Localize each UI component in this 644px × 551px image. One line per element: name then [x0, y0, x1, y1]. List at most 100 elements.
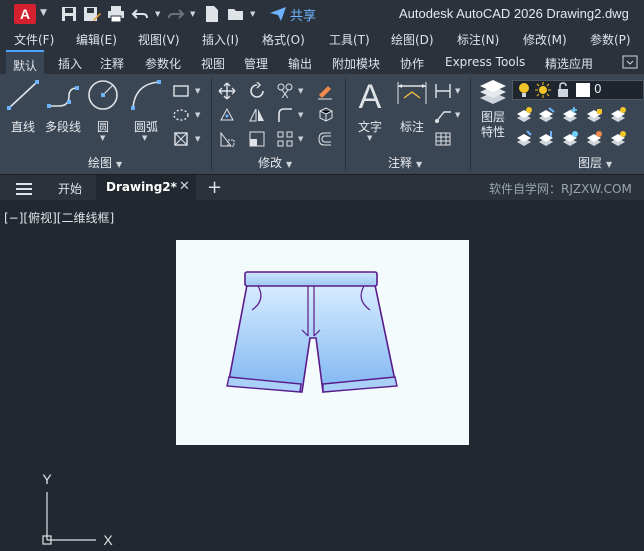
- undo-icon[interactable]: [131, 5, 149, 23]
- close-icon[interactable]: ✕: [179, 179, 190, 194]
- tab-insert[interactable]: 插入: [58, 55, 82, 72]
- drawing-image[interactable]: [176, 240, 469, 445]
- ucs-y-label: Y: [42, 471, 52, 487]
- save-icon[interactable]: [60, 5, 78, 23]
- erase-icon[interactable]: [316, 82, 334, 100]
- linear-dimension-icon[interactable]: [434, 82, 452, 100]
- layer-lock-icon[interactable]: [585, 106, 603, 124]
- drawing-viewport[interactable]: [−][俯视][二维线框] Y X: [0, 200, 644, 551]
- scale-icon[interactable]: [248, 130, 266, 148]
- text-label: 文字: [357, 120, 382, 134]
- linear-dimension-dropdown-icon[interactable]: ▼: [455, 87, 460, 95]
- viewport-controls-label[interactable]: [−][俯视][二维线框]: [4, 209, 114, 226]
- file-tab-bar: 开始 Drawing2* ✕ + 软件自学网：RJZXW.COM: [0, 174, 644, 201]
- chevron-down-icon[interactable]: ▼: [40, 8, 47, 18]
- tab-parametric[interactable]: 参数化: [145, 55, 181, 72]
- menu-edit[interactable]: 编辑(E): [76, 31, 117, 48]
- layer-off-icon[interactable]: [515, 106, 533, 124]
- share-button[interactable]: 共享: [270, 5, 316, 24]
- redo-icon[interactable]: [167, 5, 185, 23]
- text-tool[interactable]: A 文字 ▼: [352, 78, 388, 142]
- tab-express-tools[interactable]: Express Tools: [445, 55, 525, 69]
- rectangle-dropdown-icon[interactable]: ▼: [195, 87, 200, 95]
- menu-parametric[interactable]: 参数(P): [590, 31, 631, 48]
- tab-manage[interactable]: 管理: [244, 55, 268, 72]
- application-menu-button[interactable]: A: [14, 4, 36, 24]
- layer-isolate-icon[interactable]: [537, 106, 555, 124]
- boundary-dropdown-icon[interactable]: ▼: [195, 135, 200, 143]
- arc-dropdown-icon[interactable]: ▼: [142, 134, 147, 142]
- explode-icon[interactable]: [316, 106, 334, 124]
- layer-thaw-icon[interactable]: [561, 130, 579, 148]
- layer-previous-icon[interactable]: [537, 130, 555, 148]
- chevron-down-icon: ▼: [606, 160, 613, 169]
- menu-view[interactable]: 视图(V): [138, 31, 180, 48]
- line-tool[interactable]: 直线: [4, 78, 42, 135]
- copy-icon[interactable]: [218, 106, 236, 124]
- undo-dropdown-icon[interactable]: ▼: [155, 10, 160, 18]
- layers-panel-title[interactable]: 图层 ▼: [578, 154, 612, 171]
- menu-draw[interactable]: 绘图(D): [391, 31, 434, 48]
- circle-tool[interactable]: 圆 ▼: [86, 78, 120, 142]
- hatch-dropdown-icon[interactable]: ▼: [195, 111, 200, 119]
- annotation-panel-title[interactable]: 注释 ▼: [388, 154, 422, 171]
- stretch-icon[interactable]: [218, 130, 236, 148]
- rotate-icon[interactable]: [248, 81, 266, 100]
- layer-properties-tool[interactable]: 图层 特性: [474, 78, 512, 140]
- draw-panel-title[interactable]: 绘图 ▼: [88, 154, 122, 171]
- layer-unlock-icon[interactable]: [585, 130, 603, 148]
- array-icon[interactable]: [276, 130, 294, 148]
- trim-dropdown-icon[interactable]: ▼: [298, 87, 303, 95]
- move-icon[interactable]: [218, 82, 236, 100]
- offset-icon[interactable]: [316, 130, 334, 148]
- redo-dropdown-icon[interactable]: ▼: [190, 10, 195, 18]
- tab-annotate[interactable]: 注释: [100, 55, 124, 72]
- print-icon[interactable]: [107, 5, 125, 23]
- trim-icon[interactable]: [276, 82, 294, 100]
- leader-icon[interactable]: [434, 106, 452, 124]
- new-tab-plus-icon[interactable]: +: [207, 177, 222, 198]
- tab-addins[interactable]: 附加模块: [332, 55, 380, 72]
- tab-collaborate[interactable]: 协作: [400, 55, 424, 72]
- ribbon-options-icon[interactable]: [622, 54, 638, 69]
- fillet-icon[interactable]: [276, 106, 294, 124]
- circle-dropdown-icon[interactable]: ▼: [100, 134, 105, 142]
- watermark-text: 软件自学网：RJZXW.COM: [489, 182, 632, 196]
- layer-freeze-icon[interactable]: [561, 106, 579, 124]
- text-dropdown-icon[interactable]: ▼: [367, 134, 372, 142]
- modify-panel-title[interactable]: 修改 ▼: [258, 154, 292, 171]
- menu-modify[interactable]: 修改(M): [523, 31, 567, 48]
- layer-match-icon[interactable]: [609, 106, 627, 124]
- tab-drawing2[interactable]: Drawing2* ✕: [96, 175, 196, 201]
- menu-format[interactable]: 格式(O): [262, 31, 305, 48]
- layer-stack-icon: [480, 80, 506, 104]
- mirror-icon[interactable]: [248, 106, 266, 124]
- array-dropdown-icon[interactable]: ▼: [298, 135, 303, 143]
- open-dropdown-icon[interactable]: ▼: [250, 10, 255, 18]
- table-icon[interactable]: [434, 130, 452, 148]
- tab-view[interactable]: 视图: [201, 55, 225, 72]
- dimension-tool[interactable]: 标注: [394, 78, 430, 135]
- arc-tool[interactable]: 圆弧 ▼: [128, 78, 164, 142]
- leader-dropdown-icon[interactable]: ▼: [455, 111, 460, 119]
- polyline-tool[interactable]: 多段线: [42, 78, 84, 135]
- rectangle-icon[interactable]: [172, 82, 190, 100]
- menu-file[interactable]: 文件(F): [14, 31, 54, 48]
- dimension-icon: [397, 82, 427, 104]
- tab-start[interactable]: 开始: [58, 180, 82, 197]
- fillet-dropdown-icon[interactable]: ▼: [298, 111, 303, 119]
- menu-dimension[interactable]: 标注(N): [457, 31, 499, 48]
- menu-insert[interactable]: 插入(I): [202, 31, 239, 48]
- layer-walk-icon[interactable]: [609, 130, 627, 148]
- tab-home[interactable]: 默认: [6, 50, 45, 74]
- hamburger-menu-icon[interactable]: [15, 181, 33, 195]
- boundary-icon[interactable]: [172, 130, 190, 148]
- save-as-icon[interactable]: [83, 5, 101, 23]
- new-file-icon[interactable]: [203, 5, 221, 23]
- open-folder-icon[interactable]: [227, 5, 245, 23]
- tab-output[interactable]: 输出: [288, 55, 312, 72]
- tab-featured-apps[interactable]: 精选应用: [545, 55, 593, 72]
- menu-tools[interactable]: 工具(T): [329, 31, 370, 48]
- hatch-icon[interactable]: [172, 106, 190, 124]
- layer-current-icon[interactable]: [515, 130, 533, 148]
